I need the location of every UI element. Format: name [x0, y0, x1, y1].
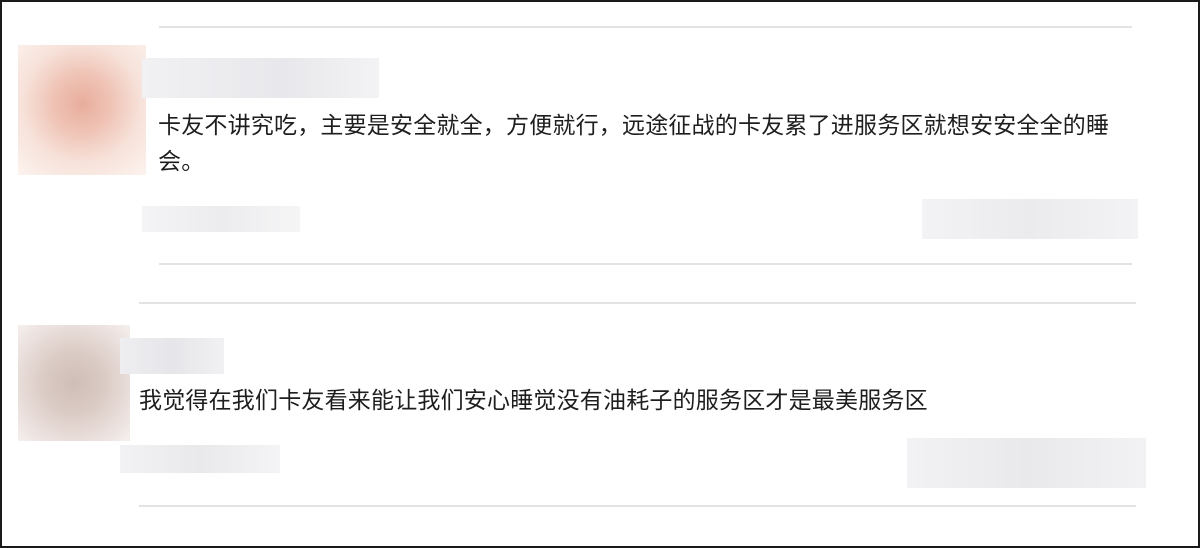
comment-meta-redacted — [142, 206, 300, 232]
comment-actions-redacted[interactable] — [922, 199, 1138, 239]
comment-actions-redacted[interactable] — [907, 438, 1146, 488]
username-redacted[interactable] — [120, 338, 224, 374]
comment-meta-redacted — [120, 445, 280, 473]
bottom-divider — [139, 505, 1136, 507]
section-divider — [139, 302, 1136, 304]
avatar[interactable] — [18, 325, 130, 441]
comment-text: 我觉得在我们卡友看来能让我们安心睡觉没有油耗子的服务区才是最美服务区 — [139, 388, 928, 414]
comment-divider — [159, 263, 1132, 265]
username-redacted[interactable] — [142, 58, 379, 98]
comment-text: 卡友不讲究吃，主要是安全就全，方便就行，远途征战的卡友累了进服务区就想安安全全的… — [158, 113, 1110, 175]
comment-thread: 卡友不讲究吃，主要是安全就全，方便就行，远途征战的卡友累了进服务区就想安安全全的… — [0, 0, 1200, 548]
top-divider — [159, 26, 1132, 28]
avatar[interactable] — [18, 45, 146, 175]
